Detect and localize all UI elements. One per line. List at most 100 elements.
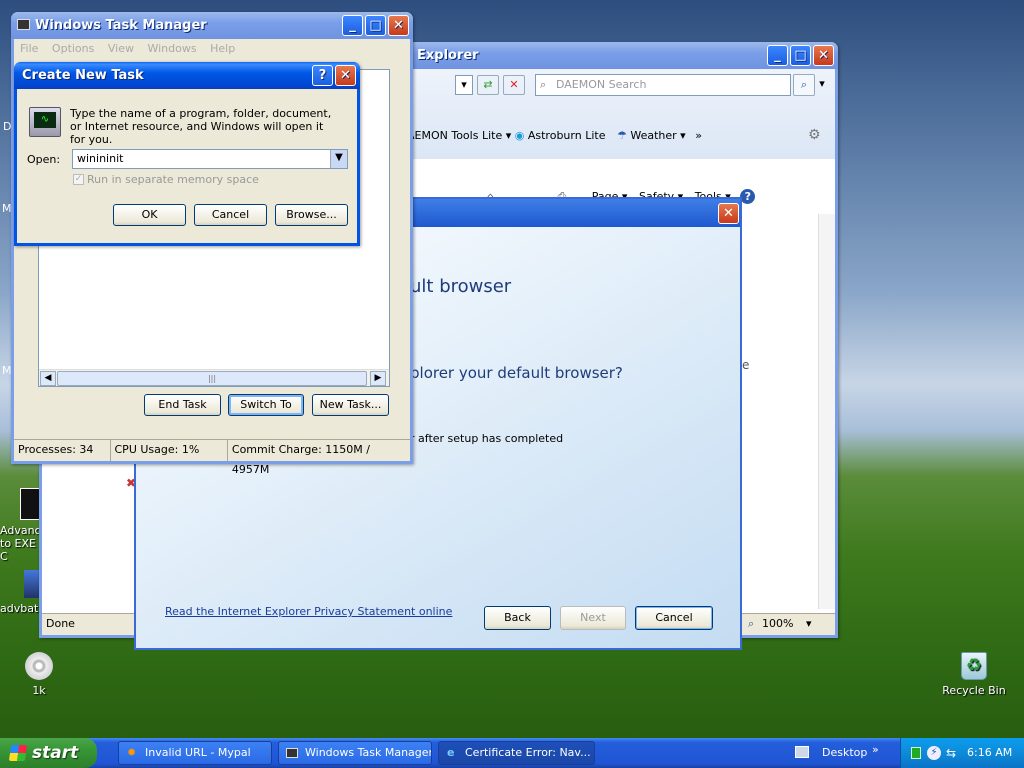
help-icon[interactable]: ? xyxy=(740,189,756,204)
search-options-button[interactable]: ▾ xyxy=(816,74,828,96)
search-icon-small: ⌕ xyxy=(540,78,547,91)
taskmgr-title: Windows Task Manager xyxy=(35,18,207,33)
close-button[interactable]: ✕ xyxy=(335,65,356,86)
help-button[interactable]: ? xyxy=(312,65,333,86)
monitor-screen: ∿ xyxy=(34,112,56,128)
scroll-thumb[interactable]: ||| xyxy=(57,371,367,386)
link-weather[interactable]: Weather xyxy=(630,129,676,142)
desktop-toolbar-icon[interactable] xyxy=(795,746,809,758)
desktop-icon-label: advbat xyxy=(0,602,39,615)
taskbar: start ✹ Invalid URL - Mypal Windows Task… xyxy=(0,738,1024,768)
tray-app-icon[interactable] xyxy=(911,747,921,759)
run-description: Type the name of a program, folder, docu… xyxy=(70,107,332,146)
weather-icon: ☂ xyxy=(616,129,627,142)
privacy-link[interactable]: Read the Internet Explorer Privacy State… xyxy=(165,605,452,618)
open-dropdown-button[interactable]: ▼ xyxy=(330,150,347,168)
minimize-button[interactable]: _ xyxy=(342,15,363,36)
scroll-left-button[interactable]: ◀ xyxy=(40,371,56,386)
setup-option-label[interactable]: r after setup has completed xyxy=(410,432,563,445)
menu-file[interactable]: File xyxy=(20,42,38,55)
back-button[interactable]: Back xyxy=(484,606,551,630)
switch-to-button[interactable]: Switch To xyxy=(228,394,304,416)
internet-explorer-icon: e xyxy=(447,746,455,759)
run-title: Create New Task xyxy=(22,68,144,83)
ie-status-text: Done xyxy=(46,617,75,630)
desktop-icon-1k[interactable]: 1k xyxy=(4,652,74,697)
ie-scrollbar[interactable] xyxy=(818,214,835,609)
cancel-button[interactable]: Cancel xyxy=(635,606,713,630)
open-label: Open: xyxy=(27,153,61,166)
ok-button[interactable]: OK xyxy=(113,204,186,226)
close-button[interactable]: ✕ xyxy=(718,203,739,224)
separate-memory-label: Run in separate memory space xyxy=(87,173,259,186)
scroll-right-button[interactable]: ▶ xyxy=(370,371,386,386)
clock[interactable]: 6:16 AM xyxy=(967,738,1012,768)
next-button[interactable]: Next xyxy=(560,606,626,630)
taskbar-item-label: Windows Task Manager xyxy=(305,746,432,759)
menu-view[interactable]: View xyxy=(108,42,134,55)
toolbar-chevron-icon[interactable]: » xyxy=(872,738,879,762)
open-input-value: winininit xyxy=(77,152,124,165)
taskbar-item-task-manager[interactable]: Windows Task Manager xyxy=(278,741,432,765)
run-icon: ∿ xyxy=(29,107,61,137)
setup-question: plorer your default browser? xyxy=(410,364,623,382)
separate-memory-checkbox[interactable]: ✓ xyxy=(73,174,84,185)
close-button[interactable]: ✕ xyxy=(388,15,409,36)
zoom-level[interactable]: 100% xyxy=(762,614,793,634)
run-titlebar[interactable]: Create New Task ? ✕ xyxy=(14,62,360,89)
start-label: start xyxy=(32,743,79,763)
ie-side-letter: e xyxy=(742,358,750,372)
ie-title: Explorer xyxy=(417,48,479,63)
task-manager-icon xyxy=(286,748,298,758)
commit-charge: Commit Charge: 1150M / 4957M xyxy=(231,443,370,476)
astroburn-icon: ◉ xyxy=(514,129,525,142)
maximize-button[interactable]: □ xyxy=(790,45,811,66)
search-button[interactable]: ⌕ xyxy=(793,74,815,96)
settings-gear-icon[interactable]: ⚙ xyxy=(808,127,821,143)
open-input[interactable]: winininit ▼ xyxy=(72,149,348,169)
desktop-icon-recycle-bin[interactable]: ♻ Recycle Bin xyxy=(939,652,1009,697)
stop-icon[interactable]: ✕ xyxy=(503,75,525,95)
safely-remove-icon[interactable]: ⇆ xyxy=(946,746,956,760)
address-dropdown[interactable]: ▾ xyxy=(455,75,473,95)
taskbar-item-label: Invalid URL - Mypal xyxy=(145,746,251,759)
mypal-icon: ✹ xyxy=(127,746,137,759)
refresh-icon[interactable]: ⇄ xyxy=(477,75,499,95)
recycle-bin-icon: ♻ xyxy=(961,652,987,680)
taskmgr-titlebar[interactable]: Windows Task Manager _ □ ✕ xyxy=(11,12,413,39)
link-astroburn[interactable]: Astroburn Lite xyxy=(528,129,606,142)
power-icon[interactable]: ⚡ xyxy=(927,746,941,760)
maximize-button[interactable]: □ xyxy=(365,15,386,36)
cpu-usage: CPU Usage: 1% xyxy=(111,440,228,461)
start-button[interactable]: start xyxy=(0,738,97,768)
taskmgr-statusbar: Processes: 34 CPU Usage: 1% Commit Charg… xyxy=(14,439,410,476)
horizontal-scrollbar[interactable]: ◀ ||| ▶ xyxy=(39,369,389,386)
more-links-icon[interactable]: » xyxy=(695,129,702,142)
taskbar-item-mypal[interactable]: ✹ Invalid URL - Mypal xyxy=(118,741,272,765)
menu-options[interactable]: Options xyxy=(52,42,94,55)
link-daemon-tools[interactable]: AEMON Tools Lite xyxy=(407,129,502,142)
search-placeholder: DAEMON Search xyxy=(556,78,647,91)
menu-windows[interactable]: Windows xyxy=(147,42,196,55)
close-button[interactable]: ✕ xyxy=(813,45,834,66)
search-input[interactable]: ⌕ DAEMON Search xyxy=(535,74,791,96)
desktop-icon-advbat[interactable]: advbat xyxy=(0,570,44,615)
end-task-button[interactable]: End Task xyxy=(144,394,221,416)
taskmgr-app-icon xyxy=(17,19,30,30)
cancel-button[interactable]: Cancel xyxy=(194,204,267,226)
browse-button[interactable]: Browse... xyxy=(275,204,348,226)
desktop-toolbar-label[interactable]: Desktop xyxy=(822,738,867,768)
processes-count: Processes: 34 xyxy=(14,440,111,461)
desktop-icon-label: Advanc to EXE C xyxy=(0,524,41,563)
taskbar-item-certificate-error[interactable]: e Certificate Error: Nav... xyxy=(438,741,595,765)
windows-logo-icon xyxy=(8,745,28,761)
setup-heading: ult browser xyxy=(410,276,512,297)
zoom-dropdown[interactable]: ▾ xyxy=(806,614,812,634)
desktop-icon-label: Recycle Bin xyxy=(942,684,1006,697)
desktop-icon-advanced-bat[interactable]: Advanc to EXE C xyxy=(0,488,44,563)
create-new-task-dialog[interactable]: Create New Task ? ✕ ∿ Type the name of a… xyxy=(14,62,360,246)
menu-help[interactable]: Help xyxy=(210,42,235,55)
minimize-button[interactable]: _ xyxy=(767,45,788,66)
new-task-button[interactable]: New Task... xyxy=(312,394,389,416)
desktop-icon-label: 1k xyxy=(32,684,46,697)
